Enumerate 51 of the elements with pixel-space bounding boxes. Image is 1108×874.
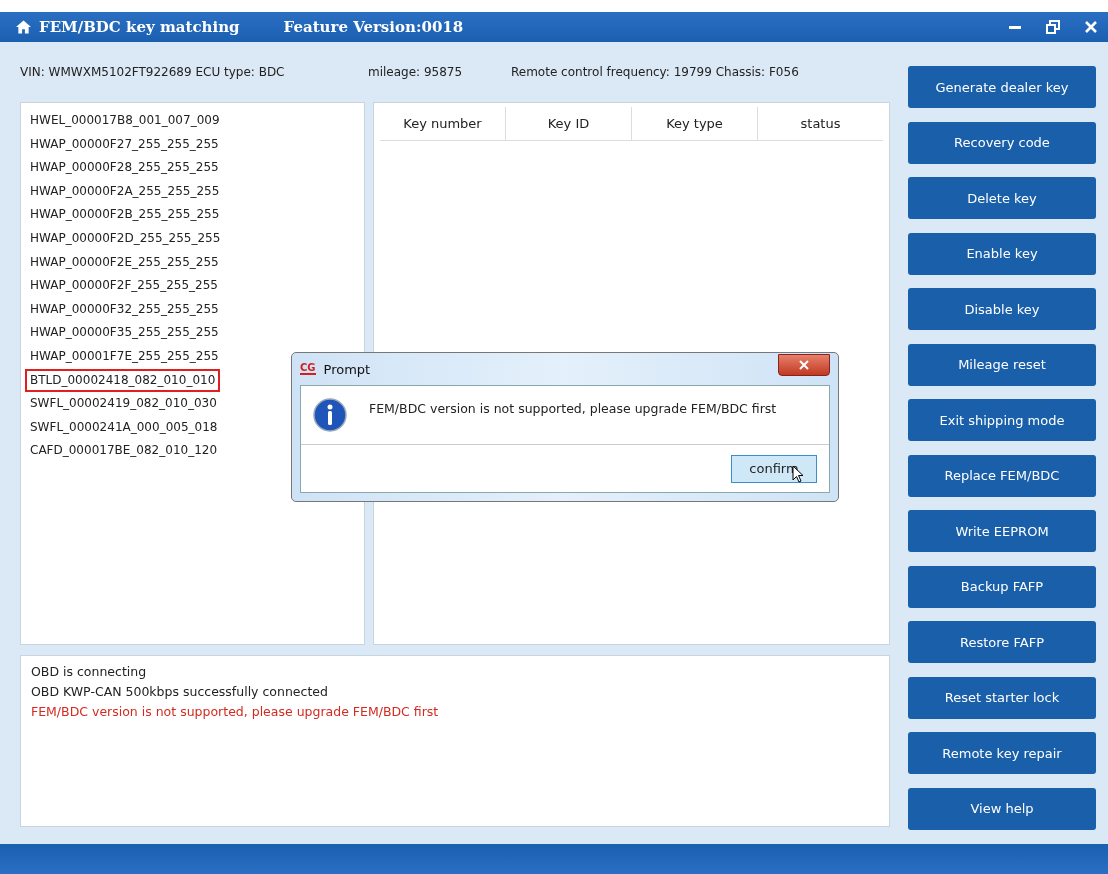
- action-button[interactable]: Recovery code: [908, 121, 1096, 164]
- module-item[interactable]: SWFL_0000241A_000_005_018: [25, 415, 223, 440]
- action-button[interactable]: Replace FEM/BDC: [908, 454, 1096, 497]
- module-item[interactable]: SWFL_00002419_082_010_030: [25, 392, 222, 416]
- column-header: status: [799, 115, 842, 133]
- action-button[interactable]: Enable key: [908, 232, 1096, 275]
- action-button[interactable]: Disable key: [908, 288, 1096, 330]
- feature-version: Feature Version:0018: [283, 18, 464, 36]
- close-button[interactable]: [778, 354, 830, 376]
- action-button[interactable]: Write EEPROM: [908, 510, 1096, 552]
- column-header: Key ID: [506, 107, 632, 140]
- log-line: OBD is connecting: [31, 663, 148, 681]
- module-item[interactable]: HWAP_00000F27_255_255_255: [25, 132, 224, 157]
- vin-info: VIN: WMWXM5102FT922689 ECU type: BDC: [20, 65, 286, 79]
- module-item[interactable]: HWAP_00000F32_255_255_255: [25, 297, 224, 322]
- info-icon: [313, 398, 347, 432]
- module-item[interactable]: HWAP_00000F2F_255_255_255: [25, 274, 223, 298]
- home-icon[interactable]: [16, 20, 31, 34]
- column-header: Key number: [380, 107, 506, 140]
- module-item[interactable]: HWAP_00000F2B_255_255_255: [25, 203, 225, 227]
- module-item[interactable]: HWAP_00000F28_255_255_255: [25, 156, 224, 180]
- module-item[interactable]: HWEL_000017B8_001_007_009: [25, 109, 225, 133]
- module-item[interactable]: HWAP_00000F2E_255_255_255: [25, 250, 224, 275]
- action-button[interactable]: Exit shipping mode: [908, 399, 1096, 441]
- action-button[interactable]: Restore FAFP: [908, 621, 1096, 663]
- dialog-title: Prompt: [323, 361, 371, 377]
- action-button[interactable]: Remote key repair: [908, 732, 1096, 774]
- log-line: FEM/BDC version is not supported, please upgrade FEM/BDC first: [31, 703, 440, 721]
- module-item[interactable]: CAFD_000017BE_082_010_120: [25, 439, 223, 463]
- module-item[interactable]: HWAP_00001F7E_255_255_255: [25, 344, 224, 369]
- action-button[interactable]: Delete key: [908, 177, 1096, 219]
- module-item[interactable]: HWAP_00000F35_255_255_255: [25, 321, 224, 345]
- app-logo: CG: [300, 363, 316, 375]
- window-title: FEM/BDC key matching: [39, 18, 240, 36]
- restore-icon[interactable]: [1046, 20, 1060, 34]
- action-button[interactable]: View help: [908, 787, 1096, 830]
- module-item[interactable]: HWAP_00000F2D_255_255_255: [25, 226, 226, 251]
- dialog-message: FEM/BDC version is not supported, please upgrade FEM/BDC first: [369, 400, 777, 416]
- close-icon[interactable]: [1084, 20, 1098, 34]
- column-header: Key type: [632, 107, 758, 140]
- action-button[interactable]: Backup FAFP: [908, 565, 1096, 608]
- close-icon: [799, 360, 809, 370]
- action-button[interactable]: Reset starter lock: [908, 676, 1096, 719]
- action-button[interactable]: Mileage reset: [908, 343, 1096, 386]
- frequency-info: Remote control frequency: 19799 Chassis: F056: [511, 65, 799, 79]
- log-line: OBD KWP-CAN 500kbps successfully connected: [31, 683, 329, 701]
- mileage-info: mileage: 95875: [368, 65, 464, 79]
- module-item[interactable]: HWAP_00000F2A_255_255_255: [25, 179, 225, 204]
- action-button[interactable]: Generate dealer key: [908, 66, 1096, 108]
- module-item[interactable]: BTLD_00002418_082_010_010: [25, 368, 221, 393]
- confirm-button[interactable]: confirm: [731, 454, 817, 483]
